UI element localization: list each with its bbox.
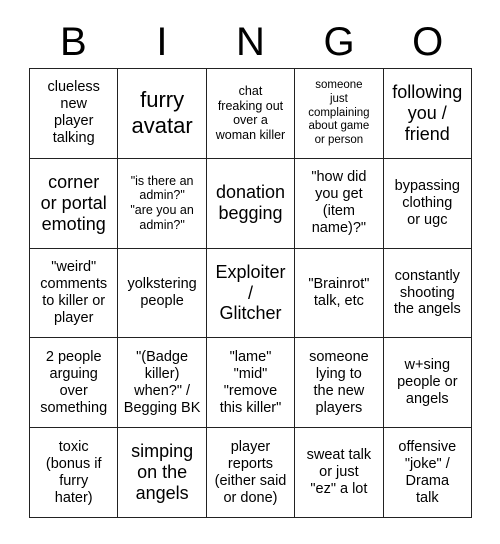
bingo-cell-r2c4[interactable]: "how did you get (item name)?" bbox=[295, 158, 384, 249]
bingo-cell-r5c1[interactable]: toxic (bonus if furry hater) bbox=[30, 428, 119, 518]
bingo-cell-r1c2[interactable]: furry avatar bbox=[118, 69, 207, 159]
bingo-cell-label: "Brainrot" talk, etc bbox=[308, 276, 370, 309]
bingo-cell-r2c3[interactable]: donation begging bbox=[206, 158, 296, 249]
bingo-header: B I N G O bbox=[29, 18, 472, 66]
bingo-header-letter-g: G bbox=[323, 20, 355, 64]
bingo-cell-r3c4[interactable]: "Brainrot" talk, etc bbox=[295, 248, 384, 339]
bingo-cell-label: someone just complaining about game or p… bbox=[308, 78, 370, 147]
bingo-cell-r4c1[interactable]: 2 people arguing over something bbox=[30, 338, 119, 429]
bingo-header-letter-i: I bbox=[156, 20, 168, 64]
bingo-header-letter-b: B bbox=[59, 20, 87, 64]
bingo-cell-label: "weird" comments to killer or player bbox=[40, 259, 108, 326]
bingo-cell-r1c3[interactable]: chat freaking out over a woman killer bbox=[206, 69, 296, 159]
bingo-cell-r2c5[interactable]: bypassing clothing or ugc bbox=[383, 158, 472, 249]
bingo-cell-label: clueless new player talking bbox=[47, 79, 100, 147]
bingo-cell-r4c3[interactable]: "lame" "mid" "remove this killer" bbox=[206, 338, 296, 429]
bingo-header-letter-n: N bbox=[236, 20, 265, 64]
bingo-card: B I N G O clueless new player talking fu… bbox=[0, 0, 500, 544]
bingo-cell-label: offensive "joke" / Drama talk bbox=[398, 438, 457, 506]
bingo-cell-label: chat freaking out over a woman killer bbox=[215, 83, 286, 143]
bingo-cell-label: Exploiter / Glitcher bbox=[215, 261, 286, 324]
bingo-cell-label: player reports (either said or done) bbox=[214, 438, 287, 506]
bingo-cell-label: bypassing clothing or ugc bbox=[394, 177, 460, 228]
bingo-cell-label: furry avatar bbox=[131, 87, 193, 139]
bingo-cell-label: donation begging bbox=[215, 182, 286, 224]
bingo-cell-label: constantly shooting the angels bbox=[393, 267, 461, 318]
bingo-cell-r3c1[interactable]: "weird" comments to killer or player bbox=[30, 248, 119, 339]
bingo-cell-label: 2 people arguing over something bbox=[40, 348, 108, 416]
bingo-cell-r5c5[interactable]: offensive "joke" / Drama talk bbox=[383, 428, 472, 518]
bingo-header-letter-o: O bbox=[412, 20, 444, 64]
bingo-cell-r3c2[interactable]: yolkstering people bbox=[118, 248, 207, 339]
bingo-cell-r5c2[interactable]: simping on the angels bbox=[118, 428, 207, 518]
bingo-cell-label: following you / friend bbox=[392, 82, 463, 144]
bingo-cell-label: toxic (bonus if furry hater) bbox=[45, 438, 102, 506]
bingo-cell-r4c4[interactable]: someone lying to the new players bbox=[295, 338, 384, 429]
bingo-cell-label: someone lying to the new players bbox=[309, 348, 369, 416]
bingo-cell-r3c3[interactable]: Exploiter / Glitcher bbox=[206, 248, 296, 339]
bingo-cell-label: w+sing people or angels bbox=[397, 357, 458, 408]
bingo-cell-r3c5[interactable]: constantly shooting the angels bbox=[383, 248, 472, 339]
bingo-cell-label: "(Badge killer) when?" / Begging BK bbox=[123, 348, 201, 416]
bingo-cell-r5c3[interactable]: player reports (either said or done) bbox=[206, 428, 296, 518]
bingo-cell-label: sweat talk or just "ez" a lot bbox=[306, 447, 372, 498]
bingo-cell-r4c5[interactable]: w+sing people or angels bbox=[383, 338, 472, 429]
bingo-cell-r4c2[interactable]: "(Badge killer) when?" / Begging BK bbox=[118, 338, 207, 429]
bingo-cell-label: corner or portal emoting bbox=[40, 171, 107, 234]
bingo-grid: clueless new player talking furry avatar… bbox=[29, 68, 472, 518]
bingo-cell-r1c4[interactable]: someone just complaining about game or p… bbox=[295, 69, 384, 159]
bingo-cell-r2c1[interactable]: corner or portal emoting bbox=[30, 158, 119, 249]
bingo-cell-r5c4[interactable]: sweat talk or just "ez" a lot bbox=[295, 428, 384, 518]
bingo-cell-label: "lame" "mid" "remove this killer" bbox=[219, 348, 282, 416]
bingo-cell-r2c2[interactable]: "is there an admin?" "are you an admin?" bbox=[118, 158, 207, 249]
bingo-cell-label: yolkstering people bbox=[127, 276, 197, 309]
bingo-cell-label: "is there an admin?" "are you an admin?" bbox=[130, 173, 194, 232]
bingo-cell-label: "how did you get (item name)?" bbox=[311, 169, 367, 237]
bingo-cell-r1c1[interactable]: clueless new player talking bbox=[30, 69, 119, 159]
bingo-cell-r1c5[interactable]: following you / friend bbox=[383, 69, 472, 159]
bingo-cell-label: simping on the angels bbox=[131, 441, 194, 504]
